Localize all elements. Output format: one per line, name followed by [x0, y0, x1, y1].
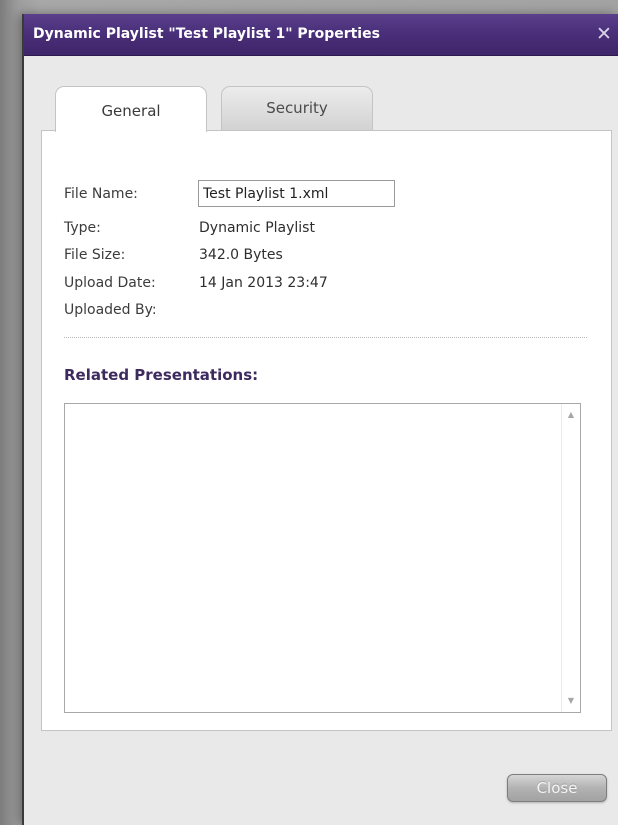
scroll-down-arrow-icon[interactable]: ▼ [562, 692, 580, 710]
general-panel: File Name: Type: Dynamic Playlist File S… [41, 130, 612, 731]
type-value: Dynamic Playlist [199, 220, 315, 236]
section-divider [64, 337, 587, 338]
related-presentations-heading: Related Presentations: [64, 366, 259, 384]
file-name-input[interactable] [198, 180, 395, 207]
dialog-title: Dynamic Playlist "Test Playlist 1" Prope… [33, 26, 380, 42]
file-size-value: 342.0 Bytes [199, 247, 283, 263]
related-presentations-list[interactable]: ▲ ▼ [64, 403, 581, 713]
tab-general-label: General [101, 102, 161, 120]
list-scrollbar[interactable]: ▲ ▼ [561, 404, 580, 712]
file-name-label: File Name: [64, 186, 138, 202]
file-size-label: File Size: [64, 247, 126, 263]
scroll-up-arrow-icon[interactable]: ▲ [562, 406, 580, 424]
close-button[interactable]: Close [507, 774, 607, 802]
type-label: Type: [64, 220, 101, 236]
tab-security-label: Security [266, 99, 328, 117]
properties-dialog: Dynamic Playlist "Test Playlist 1" Prope… [22, 14, 618, 825]
dialog-titlebar[interactable]: Dynamic Playlist "Test Playlist 1" Prope… [24, 14, 618, 56]
upload-date-value: 14 Jan 2013 23:47 [199, 275, 328, 291]
tab-security[interactable]: Security [221, 86, 373, 130]
upload-date-label: Upload Date: [64, 275, 156, 291]
tab-general[interactable]: General [55, 86, 207, 132]
uploaded-by-label: Uploaded By: [64, 302, 157, 318]
close-icon[interactable]: ✕ [594, 24, 614, 44]
